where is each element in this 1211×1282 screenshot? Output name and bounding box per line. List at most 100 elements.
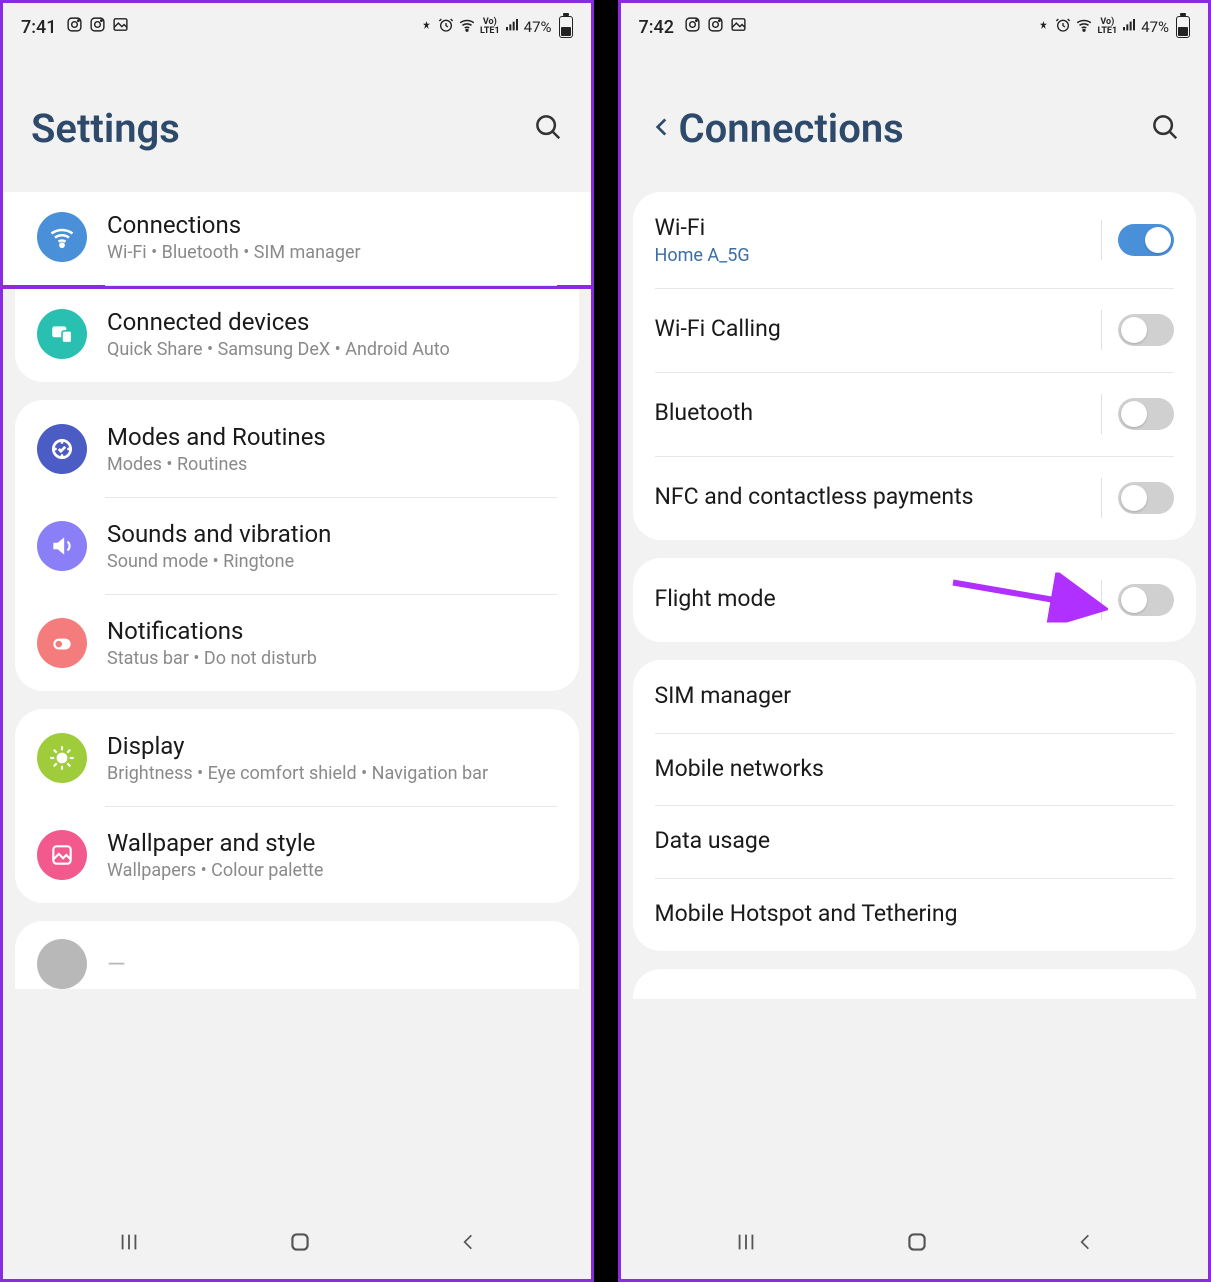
- status-time: 7:42: [639, 17, 674, 38]
- page-header: Settings: [3, 51, 591, 192]
- page-header: Connections: [621, 51, 1209, 192]
- status-time: 7:41: [21, 17, 56, 38]
- row-wifi[interactable]: Wi-Fi Home A_5G: [633, 192, 1197, 288]
- row-title: Mobile Hotspot and Tethering: [655, 900, 1175, 929]
- divider: [1101, 580, 1102, 620]
- connections-list[interactable]: Wi-Fi Home A_5G Wi-Fi Calling Bluetooth …: [621, 192, 1209, 1209]
- row-title: Modes and Routines: [107, 422, 557, 452]
- alarm-icon: [438, 17, 454, 37]
- battery-percent: 47%: [1141, 18, 1169, 36]
- row-title: Notifications: [107, 616, 557, 646]
- row-title: Mobile networks: [655, 755, 1175, 784]
- navbar: [3, 1209, 591, 1279]
- recents-button[interactable]: [116, 1231, 142, 1257]
- row-title: Data usage: [655, 827, 1175, 856]
- row-connections[interactable]: Connections Wi-Fi • Bluetooth • SIM mana…: [3, 192, 591, 285]
- battery-icon: [1176, 16, 1190, 38]
- devices-icon: [37, 309, 87, 359]
- row-truncated[interactable]: [633, 969, 1197, 999]
- row-display[interactable]: Display Brightness • Eye comfort shield …: [15, 709, 579, 806]
- status-bar: 7:42 Vo)LTE1 47%: [621, 3, 1209, 51]
- modes-icon: [37, 424, 87, 474]
- recents-button[interactable]: [733, 1231, 759, 1257]
- row-subtitle: Quick Share • Samsung DeX • Android Auto: [107, 339, 557, 360]
- row-sim-manager[interactable]: SIM manager: [633, 660, 1197, 733]
- display-icon: [37, 733, 87, 783]
- row-hotspot-tethering[interactable]: Mobile Hotspot and Tethering: [633, 878, 1197, 951]
- wifi-calling-toggle[interactable]: [1118, 314, 1174, 346]
- phone-settings: 7:41 Vo)LTE1 47%: [0, 0, 594, 1282]
- signal-icon: [1121, 17, 1137, 37]
- home-button[interactable]: [904, 1229, 930, 1259]
- row-title: Bluetooth: [655, 399, 1092, 428]
- row-truncated[interactable]: —: [15, 921, 579, 989]
- back-button[interactable]: [1075, 1229, 1095, 1259]
- home-button[interactable]: [287, 1229, 313, 1259]
- row-data-usage[interactable]: Data usage: [633, 805, 1197, 878]
- status-right: Vo)LTE1 47%: [419, 16, 573, 38]
- notifications-icon: [37, 618, 87, 668]
- search-icon[interactable]: [1150, 112, 1180, 146]
- image-icon: [730, 16, 747, 38]
- row-subtitle: Brightness • Eye comfort shield • Naviga…: [107, 763, 557, 784]
- unknown-icon: [37, 939, 87, 989]
- wifi-icon: [458, 16, 476, 38]
- row-subtitle: Wi-Fi • Bluetooth • SIM manager: [107, 242, 557, 263]
- row-subtitle: Modes • Routines: [107, 454, 557, 475]
- row-title: Wallpaper and style: [107, 828, 557, 858]
- bluetooth-toggle[interactable]: [1118, 398, 1174, 430]
- page-title: Connections: [679, 105, 1151, 152]
- page-title: Settings: [31, 105, 533, 152]
- divider: [1101, 478, 1102, 518]
- row-title: Connected devices: [107, 307, 557, 337]
- alarm-icon: [1055, 17, 1071, 37]
- row-title: Connections: [107, 210, 557, 240]
- volte-icon: Vo)LTE1: [1097, 18, 1117, 36]
- row-wallpaper-style[interactable]: Wallpaper and style Wallpapers • Colour …: [15, 806, 579, 903]
- navbar: [621, 1209, 1209, 1279]
- battery-percent: 47%: [524, 18, 552, 36]
- divider: [1101, 394, 1102, 434]
- row-title: Sounds and vibration: [107, 519, 557, 549]
- battery-saver-icon: [1036, 18, 1051, 37]
- back-button[interactable]: [458, 1229, 478, 1259]
- wifi-icon: [37, 212, 87, 262]
- status-bar: 7:41 Vo)LTE1 47%: [3, 3, 591, 51]
- back-icon[interactable]: [649, 114, 679, 144]
- row-mobile-networks[interactable]: Mobile networks: [633, 733, 1197, 806]
- nfc-toggle[interactable]: [1118, 482, 1174, 514]
- row-title: SIM manager: [655, 682, 1175, 711]
- row-title: Display: [107, 731, 557, 761]
- divider: [1101, 220, 1102, 260]
- volte-icon: Vo)LTE1: [480, 18, 500, 36]
- instagram-icon: [684, 16, 701, 38]
- row-title: Wi-Fi Calling: [655, 315, 1092, 344]
- row-nfc[interactable]: NFC and contactless payments: [633, 456, 1197, 540]
- row-modes-routines[interactable]: Modes and Routines Modes • Routines: [15, 400, 579, 497]
- wifi-toggle[interactable]: [1118, 224, 1174, 256]
- row-connected-devices[interactable]: Connected devices Quick Share • Samsung …: [15, 285, 579, 382]
- row-subtitle: Sound mode • Ringtone: [107, 551, 557, 572]
- wifi-icon: [1075, 16, 1093, 38]
- row-title: NFC and contactless payments: [655, 483, 1092, 512]
- row-sounds-vibration[interactable]: Sounds and vibration Sound mode • Ringto…: [15, 497, 579, 594]
- search-icon[interactable]: [533, 112, 563, 146]
- row-wifi-calling[interactable]: Wi-Fi Calling: [633, 288, 1197, 372]
- sound-icon: [37, 521, 87, 571]
- battery-saver-icon: [419, 18, 434, 37]
- settings-list[interactable]: Connections Wi-Fi • Bluetooth • SIM mana…: [3, 192, 591, 1209]
- row-bluetooth[interactable]: Bluetooth: [633, 372, 1197, 456]
- flight-mode-toggle[interactable]: [1118, 584, 1174, 616]
- instagram-icon: [89, 16, 106, 38]
- row-subtitle: Home A_5G: [655, 245, 1092, 266]
- phone-connections: 7:42 Vo)LTE1 47%: [618, 0, 1211, 1282]
- image-icon: [112, 16, 129, 38]
- wallpaper-icon: [37, 830, 87, 880]
- instagram-icon: [707, 16, 724, 38]
- row-flight-mode[interactable]: Flight mode: [633, 558, 1197, 642]
- status-right: Vo)LTE1 47%: [1036, 16, 1190, 38]
- instagram-icon: [66, 16, 83, 38]
- row-title: Flight mode: [655, 585, 1092, 614]
- row-notifications[interactable]: Notifications Status bar • Do not distur…: [15, 594, 579, 691]
- row-subtitle: Status bar • Do not disturb: [107, 648, 557, 669]
